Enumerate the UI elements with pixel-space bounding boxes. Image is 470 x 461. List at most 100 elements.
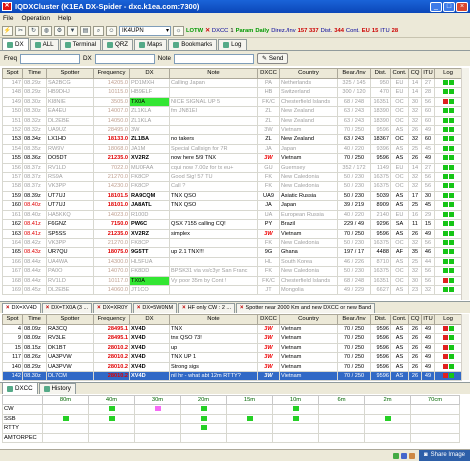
tab-dxcc[interactable]: DXCC xyxy=(2,382,38,394)
spot-row[interactable]: 164 08.42z VK3PP 21270.0 FK8CP FK New Caledoni… xyxy=(2,237,462,249)
filter-tab[interactable]: × DX=XR0Y xyxy=(93,303,132,313)
spot-row[interactable]: 167 08.44z PA0O 14070.0 FK8DD BPSK31 via vs/c… xyxy=(2,266,462,277)
filter-icon[interactable]: ▼ xyxy=(67,25,78,36)
column-header[interactable]: Note xyxy=(169,68,258,79)
search-icon[interactable]: ⌕ xyxy=(93,25,104,36)
close-tab-icon[interactable]: × xyxy=(240,304,244,313)
spot-row[interactable]: 157 08.37z RS9A 21270.0 FK8CP Good Sig! 57 TU… xyxy=(2,172,462,183)
menu-help[interactable]: Help xyxy=(58,15,71,22)
refresh-icon[interactable]: ↻ xyxy=(28,25,39,36)
spot-row[interactable]: 150 08.30z EA4EU 14007.0 ZL1KLA fm JN81EI ZL Ne… xyxy=(2,106,462,117)
connect-icon[interactable]: ⚡ xyxy=(2,25,13,36)
column-header[interactable]: Spot xyxy=(2,314,23,325)
column-header[interactable]: Spotter xyxy=(46,68,94,79)
column-header[interactable]: DXCC xyxy=(257,68,280,79)
column-header[interactable]: Time xyxy=(22,68,47,79)
spot-row[interactable]: 155 08.36z DO5DT 21235.0 XV2RZ now here 5/9 T… xyxy=(2,153,462,164)
menu-file[interactable]: File xyxy=(3,15,13,22)
close-tab-icon[interactable]: × xyxy=(46,304,50,313)
filtered-spot-row[interactable]: 15 08.15z DK1BT 28010.2 XV4D up 3W Vietnam 70 / … xyxy=(2,342,462,354)
filter-tab[interactable]: × DX=TX0A (3 ... xyxy=(41,303,93,313)
column-header[interactable]: ITU xyxy=(421,68,435,79)
column-header[interactable]: DXCC xyxy=(257,314,280,325)
column-header[interactable]: Log xyxy=(434,314,462,325)
spot-row[interactable]: 154 08.35z RW9V 18068.0 JA1M Special Callsign… xyxy=(2,143,462,155)
tab-maps[interactable]: Maps xyxy=(134,39,168,50)
column-header[interactable]: Country xyxy=(279,68,338,79)
column-header[interactable]: Dist. xyxy=(370,314,391,325)
tab-history[interactable]: History xyxy=(38,383,76,394)
column-header[interactable]: DX xyxy=(129,314,170,325)
column-header[interactable]: CQ xyxy=(408,68,422,79)
column-header[interactable]: Spot xyxy=(2,68,23,79)
callsign-select[interactable]: IK4UPN xyxy=(119,25,171,36)
column-header[interactable]: ITU xyxy=(421,314,435,325)
tab-bookmarks[interactable]: Bookmarks xyxy=(168,39,218,50)
spot-row[interactable]: 161 08.40z HA5KKQ 14023.0 R100D UA European Ru… xyxy=(2,209,462,221)
globe-icon[interactable]: ◍ xyxy=(41,25,52,36)
spot-row[interactable]: 158 08.37z VK3PP 14230.0 FK8CP Call ? FK New Ca… xyxy=(2,181,462,192)
filter-tab[interactable]: × Spotter near 2000 Km and new DXCC or ne… xyxy=(236,303,376,313)
filtered-spot-row[interactable]: 140 08.29z UA3PVW 28010.2 XV4D Strong sigs 3W V… xyxy=(2,361,462,373)
tab-all[interactable]: ALL xyxy=(29,39,59,50)
spot-row[interactable]: 169 08.45z DL2EBE 14060.0 JT1CO JT Mongolia 49 … xyxy=(2,284,462,296)
minimize-button[interactable]: _ xyxy=(430,1,442,12)
filtered-scrollbar[interactable] xyxy=(461,314,469,380)
note-input[interactable] xyxy=(174,53,255,64)
close-button[interactable]: × xyxy=(456,1,468,12)
column-header[interactable]: Frequency xyxy=(93,314,130,325)
send-button[interactable]: ✎ Send xyxy=(257,53,289,64)
tab-terminal[interactable]: Terminal xyxy=(59,39,102,50)
spot-row[interactable]: 156 08.37z RV1LD 7022.0 MU0FAA cqui now 7.00z… xyxy=(2,162,462,174)
spot-row[interactable]: 165 08.43z UR7QU 18075.0 9G5TT up 2.1 TNX!!! 9… xyxy=(2,247,462,258)
menu-operation[interactable]: Operation xyxy=(21,15,50,22)
column-header[interactable]: Log xyxy=(434,68,462,79)
filter-tab[interactable]: × HF only CW : 2 ... xyxy=(178,303,236,313)
filter-tab[interactable]: × DX=XV4D xyxy=(2,303,41,313)
filtered-spot-row[interactable]: 142 08.30z DL7CM 28010.2 XV4D nil hr - what a… xyxy=(2,371,462,382)
filter-tab[interactable]: × DX=5W0NM xyxy=(132,303,178,313)
column-header[interactable]: CQ xyxy=(408,314,422,325)
filtered-spot-row[interactable]: 9 08.09z RV3LE 28495.1 XV4D tnx QSO 73! 3W Viet… xyxy=(2,333,462,344)
sun-icon[interactable]: ☼ xyxy=(173,25,184,36)
column-header[interactable]: Bear./Inv xyxy=(337,68,371,79)
filtered-spot-row[interactable]: 4 08.09z RA3CQ 28495.1 XV4D TNX 3W Vietnam 70 / … xyxy=(2,323,462,335)
freq-input[interactable] xyxy=(19,53,80,64)
column-header[interactable]: Cont. xyxy=(390,314,409,325)
close-tab-icon[interactable]: × xyxy=(182,304,186,313)
spot-row[interactable]: 149 08.30z KI8NIE 3505.0 TX0A NICE SIGNAL UP … xyxy=(2,96,462,108)
column-header[interactable]: Bear./Inv xyxy=(337,314,371,325)
spot-row[interactable]: 153 08.34z LX1HD 18133.0 ZL1BA no takers ZL New… xyxy=(2,134,462,145)
close-tab-icon[interactable]: × xyxy=(137,304,141,313)
column-header[interactable]: Cont. xyxy=(390,68,409,79)
spot-row[interactable]: 148 08.29z HB9DHJ 10115.0 HB9ELF HB Switzerlan… xyxy=(2,87,462,98)
spot-row[interactable]: 152 08.32z UA9UZ 28495.0 3W 3W Vietnam 70 / 250… xyxy=(2,125,462,136)
column-header[interactable]: Spotter xyxy=(46,314,94,325)
user-icon[interactable]: ☺ xyxy=(106,25,117,36)
spot-row[interactable]: 159 08.39z UT7UJ 18101.5 RA9CQM TNX QSO UA9 Asi… xyxy=(2,190,462,202)
share-image-button[interactable]: ◙ Share Image xyxy=(419,450,470,461)
tab-log[interactable]: Log xyxy=(218,39,247,50)
spot-row[interactable]: 147 08.29z SA2BCG 14205.0 PD1MXH Calling Japa… xyxy=(2,77,462,89)
tab-dx[interactable]: DX xyxy=(2,38,29,50)
column-header[interactable]: Frequency xyxy=(93,68,130,79)
spot-row[interactable]: 163 08.41z SP5SS 21235.0 XV2RZ simplex 3W Vietn… xyxy=(2,228,462,239)
column-header[interactable]: Dist. xyxy=(370,68,391,79)
spots-scrollbar[interactable] xyxy=(461,68,469,300)
disconnect-icon[interactable]: ✂ xyxy=(15,25,26,36)
spot-row[interactable]: 166 08.44z UA4WA 14300.0 HL5FUA HL South Korea… xyxy=(2,256,462,268)
column-header[interactable]: DX xyxy=(129,68,170,79)
filtered-spot-row[interactable]: 117 08.26z UA3PVW 28010.2 XV4D TNX UP 1 3W Viet… xyxy=(2,352,462,363)
close-tab-icon[interactable]: × xyxy=(6,304,10,313)
column-header[interactable]: Country xyxy=(279,314,338,325)
column-header[interactable]: Time xyxy=(22,314,47,325)
dx-input[interactable] xyxy=(94,53,155,64)
spot-row[interactable]: 168 08.44z RV1LD 10117.0 TX0A Vy poor 35m by … xyxy=(2,275,462,286)
spot-row[interactable]: 162 08.41z F6GNZ 7150.0 PW6C QSX 7155 calling… xyxy=(2,219,462,230)
spot-row[interactable]: 151 08.32z DL2EBE 14050.0 ZL1KLA ZL New Zealan… xyxy=(2,115,462,127)
settings-icon[interactable]: ⚙ xyxy=(54,25,65,36)
spot-row[interactable]: 160 08.40z UT7UJ 18101.0 JA8ATL TNX QSO JA Japa… xyxy=(2,200,462,211)
close-tab-icon[interactable]: × xyxy=(97,304,101,313)
maximize-button[interactable]: □ xyxy=(443,1,455,12)
column-header[interactable]: Note xyxy=(169,314,258,325)
